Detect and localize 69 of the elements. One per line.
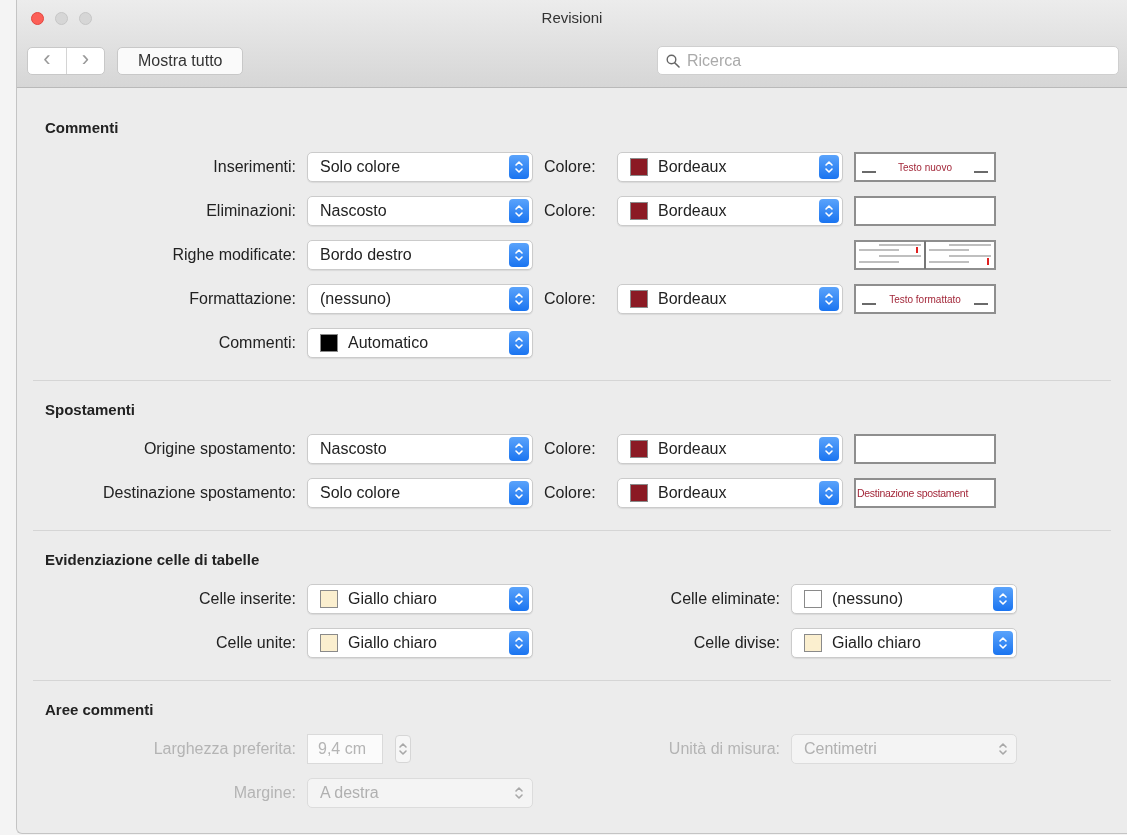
chevron-icon: [823, 441, 835, 457]
chevron-icon: [513, 335, 525, 351]
search-input[interactable]: Ricerca: [685, 50, 1118, 71]
field-label: Origine spostamento:: [142, 440, 296, 458]
field-label: Unità di misura:: [667, 740, 780, 758]
search-field[interactable]: Ricerca: [657, 46, 1119, 75]
dropdown[interactable]: Solo colore: [307, 152, 533, 182]
dropdown[interactable]: Bordeaux: [617, 434, 843, 464]
dropdown[interactable]: Bordeaux: [617, 196, 843, 226]
chevron-icon: [513, 203, 525, 219]
chevron-icon: [823, 203, 835, 219]
chevron-icon: [823, 485, 835, 501]
field-label: Colore:: [544, 158, 597, 176]
field-label: Eliminazioni:: [205, 202, 296, 220]
dropdown[interactable]: Giallo chiaro: [307, 628, 533, 658]
chevron-icon: [513, 785, 525, 801]
field-label: Inserimenti:: [212, 158, 296, 176]
dropdown[interactable]: Giallo chiaro: [307, 584, 533, 614]
field-label: Colore:: [544, 202, 597, 220]
close-button[interactable]: [31, 12, 44, 25]
search-icon: [666, 53, 680, 68]
section-title: Aree commenti: [45, 701, 155, 718]
dropdown[interactable]: Giallo chiaro: [791, 628, 1017, 658]
field-label: Formattazione:: [188, 290, 296, 308]
dropdown[interactable]: Bordeaux: [617, 478, 843, 508]
field-label: Celle divise:: [692, 634, 780, 652]
dropdown[interactable]: Nascosto: [307, 196, 533, 226]
preview-box: Destinazione spostament: [854, 478, 996, 508]
dropdown[interactable]: Nascosto: [307, 434, 533, 464]
chevron-icon: [513, 591, 525, 607]
chevron-icon: [513, 159, 525, 175]
chevron-icon: [997, 741, 1009, 757]
field-label: Margine:: [232, 784, 296, 802]
field-label: Celle inserite:: [198, 590, 296, 608]
field-label: Destinazione spostamento:: [102, 484, 296, 502]
chevron-icon: [997, 635, 1009, 651]
window-title: Revisioni: [541, 9, 603, 26]
chevron-icon: [823, 291, 835, 307]
preview-box: Testo nuovo: [854, 152, 996, 182]
chevron-icon: [513, 635, 525, 651]
field-label: Larghezza preferita:: [152, 740, 296, 758]
chevron-icon: [823, 159, 835, 175]
chevron-icon: [513, 291, 525, 307]
chevron-icon: [513, 441, 525, 457]
dropdown[interactable]: Solo colore: [307, 478, 533, 508]
zoom-button[interactable]: [79, 12, 92, 25]
dropdown[interactable]: (nessuno): [791, 584, 1017, 614]
field-label: Celle unite:: [214, 634, 296, 652]
field-label: Commenti:: [217, 334, 296, 352]
field-label: Righe modificate:: [171, 246, 296, 264]
preview-box: Testo formattato: [854, 284, 996, 314]
chevron-icon: [397, 741, 409, 757]
section-title: Evidenziazione celle di tabelle: [45, 551, 261, 568]
dropdown[interactable]: Bordeaux: [617, 152, 843, 182]
chevron-icon: [997, 591, 1009, 607]
dropdown[interactable]: Automatico: [307, 328, 533, 358]
chevron-icon: [513, 247, 525, 263]
dropdown[interactable]: Bordo destro: [307, 240, 533, 270]
section-title: Spostamenti: [45, 401, 136, 418]
field-label: Colore:: [544, 290, 597, 308]
dropdown[interactable]: Bordeaux: [617, 284, 843, 314]
field-label: Colore:: [544, 440, 597, 458]
dropdown[interactable]: (nessuno): [307, 284, 533, 314]
minimize-button[interactable]: [55, 12, 68, 25]
chevron-icon: [513, 485, 525, 501]
section-title: Commenti: [45, 119, 120, 136]
field-label: Colore:: [544, 484, 597, 502]
field-label: Celle eliminate:: [669, 590, 780, 608]
show-all-button[interactable]: Mostra tutto: [117, 46, 244, 75]
